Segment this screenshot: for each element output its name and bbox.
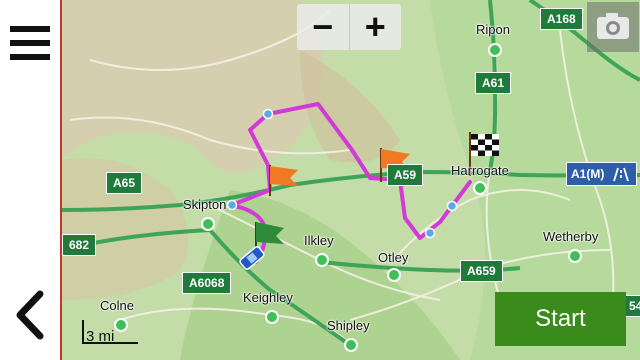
town-dot-harrogate	[473, 181, 487, 195]
place-label-ripon: Ripon	[476, 22, 510, 37]
motorway-label: A1(M)	[571, 167, 605, 181]
camera-button[interactable]	[587, 2, 639, 52]
road-badge-a59: A59	[387, 164, 424, 186]
motorway-icon	[613, 167, 630, 182]
start-button[interactable]: Start	[495, 292, 626, 346]
town-dot-ripon	[488, 43, 502, 57]
place-label-harrogate: Harrogate	[451, 163, 509, 178]
place-label-wetherby: Wetherby	[543, 229, 599, 244]
road-badge-a168: A168	[540, 8, 583, 30]
road-badge-a61: A61	[475, 72, 512, 94]
road-badge-a6068: A6068	[182, 272, 232, 294]
road-badge-a65: A65	[106, 172, 143, 194]
town-dot-ilkley	[315, 253, 329, 267]
left-sidebar	[0, 0, 62, 360]
back-button[interactable]	[10, 288, 54, 342]
town-dot-skipton	[201, 217, 215, 231]
motorway-badge-a1m: A1(M)	[566, 162, 638, 186]
place-label-shipley: Shipley	[327, 318, 370, 333]
place-label-colne: Colne	[100, 298, 134, 313]
zoom-in-button[interactable]: +	[348, 4, 402, 50]
zoom-out-button[interactable]: −	[297, 4, 349, 50]
town-dot-otley	[387, 268, 401, 282]
town-dot-keighley	[265, 310, 279, 324]
place-label-otley: Otley	[378, 250, 409, 265]
town-dot-shipley	[344, 338, 358, 352]
place-label-keighley: Keighley	[243, 290, 293, 305]
place-label-skipton: Skipton	[183, 197, 227, 212]
menu-button[interactable]	[8, 20, 54, 66]
zoom-controls: − +	[297, 4, 401, 50]
camera-icon	[597, 13, 629, 39]
place-label-ilkley: Ilkley	[304, 233, 334, 248]
scale-label: 3 mi	[86, 328, 115, 345]
hamburger-menu-icon	[10, 26, 50, 32]
road-badge-a659: A659	[460, 260, 503, 282]
town-dot-wetherby	[568, 249, 582, 263]
chevron-left-icon	[16, 290, 44, 340]
road-badge-682-partial: 682	[62, 234, 97, 256]
